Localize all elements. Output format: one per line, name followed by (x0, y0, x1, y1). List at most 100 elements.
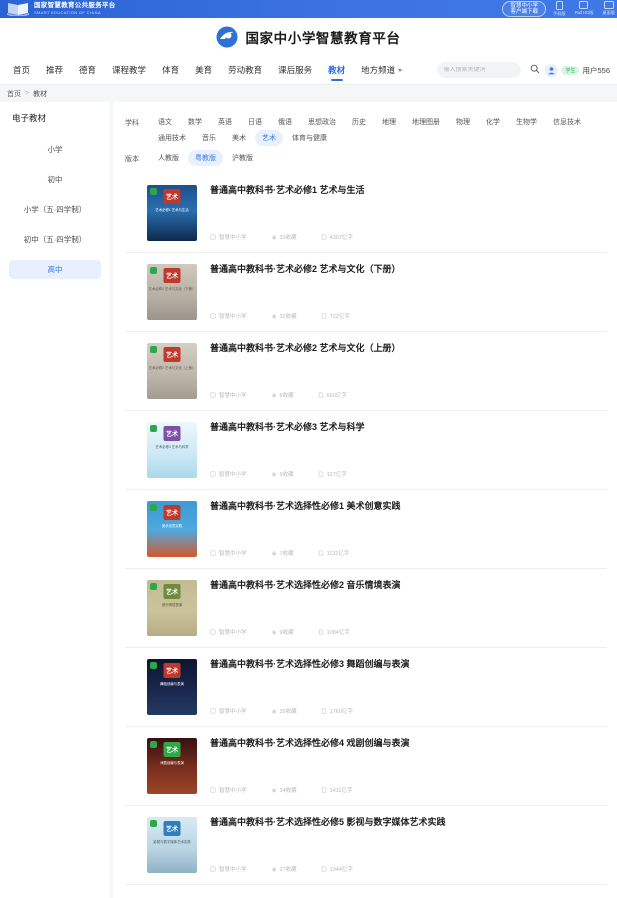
filter-chip-math[interactable]: 数学 (181, 114, 209, 130)
filter-chip-it[interactable]: 信息技术 (546, 114, 588, 130)
meta-size: 722亿字 (321, 312, 350, 320)
user-block[interactable]: 学生 用户556 (545, 63, 610, 77)
book-meta: 智慧中小学 9收藏 127亿字 (210, 470, 603, 478)
sidebar-item-junior-54[interactable]: 初中（五·四学制） (9, 230, 101, 249)
sidebar-item-primary[interactable]: 小学 (9, 140, 101, 159)
nav-item-moral-education[interactable]: 德育 (71, 56, 104, 85)
cover-subtitle: 艺术必修2 艺术与文化（上册） (148, 366, 196, 370)
filter-chip-geography[interactable]: 地理 (375, 114, 403, 130)
chevron-down-icon (398, 68, 403, 72)
meta-source-label: 智慧中小学 (219, 630, 247, 636)
download-pad-label: Pad HD版 (574, 10, 594, 15)
meta-source-label: 智慧中小学 (219, 788, 247, 794)
meta-size-label: 1411亿字 (329, 788, 353, 794)
filter-chip-chinese[interactable]: 语文 (151, 114, 179, 130)
download-phone-label: 手机版 (552, 11, 566, 16)
gov-logo[interactable]: 国家智慧教育公共服务平台 SMART EDUCATION OF CHINA (0, 2, 116, 16)
book-title[interactable]: 普通高中教科书·艺术选择性必修5 影视与数字媒体艺术实践 (210, 817, 603, 829)
filter-options-version: 人教版 粤教版 沪教版 (151, 150, 262, 166)
document-icon (318, 629, 323, 635)
meta-favorites-label: 9收藏 (279, 472, 294, 478)
sidebar-item-junior[interactable]: 初中 (9, 170, 101, 189)
table-row[interactable]: 艺术 艺术必修3 艺术与科学 普通高中教科书·艺术必修3 艺术与科学 智慧中小学… (125, 411, 607, 490)
source-icon (210, 471, 216, 477)
download-options: 手机版 Pad HD版 桌面版 (553, 1, 615, 17)
book-info: 普通高中教科书·艺术选择性必修5 影视与数字媒体艺术实践 智慧中小学 27收藏 (210, 817, 603, 873)
nav-item-textbooks[interactable]: 教材 (320, 56, 353, 85)
brand[interactable]: 国家中小学智慧教育平台 (216, 26, 400, 48)
book-title[interactable]: 普通高中教科书·艺术必修2 艺术与文化（下册） (210, 264, 603, 276)
book-title[interactable]: 普通高中教科书·艺术选择性必修4 戏剧创编与表演 (210, 738, 603, 750)
nav-item-after-school[interactable]: 课后服务 (270, 56, 320, 85)
source-icon (210, 708, 216, 714)
filter-chip-renjiao[interactable]: 人教版 (151, 150, 186, 166)
book-title[interactable]: 普通高中教科书·艺术必修3 艺术与科学 (210, 422, 603, 434)
breadcrumb-item-textbooks[interactable]: 教材 (33, 89, 47, 99)
filter-chip-chemistry[interactable]: 化学 (479, 114, 507, 130)
nav-item-local-channel[interactable]: 地方频道 (353, 56, 410, 85)
source-icon (210, 392, 216, 398)
table-row[interactable]: 艺术 艺术必修1 艺术与生活 普通高中教科书·艺术必修1 艺术与生活 智慧中小学… (125, 174, 607, 253)
filter-chip-history[interactable]: 历史 (345, 114, 373, 130)
filter-chip-english[interactable]: 英语 (211, 114, 239, 130)
table-row[interactable]: 艺术 影视与数字媒体艺术实践 普通高中教科书·艺术选择性必修5 影视与数字媒体艺… (125, 806, 607, 885)
sidebar-item-senior[interactable]: 高中 (9, 260, 101, 279)
book-emblem-icon (6, 2, 30, 16)
cover-badge: 艺术 (163, 347, 181, 362)
filter-chip-physics[interactable]: 物理 (449, 114, 477, 130)
nav-item-aesthetic-education[interactable]: 美育 (187, 56, 220, 85)
book-title[interactable]: 普通高中教科书·艺术必修1 艺术与生活 (210, 185, 603, 197)
sidebar: 电子教材 小学 初中 小学（五·四学制） 初中（五·四学制） 高中 (0, 102, 110, 898)
filter-chip-yuejiao[interactable]: 粤教版 (188, 150, 223, 166)
nav-item-home[interactable]: 首页 (5, 56, 38, 85)
breadcrumb-item-home[interactable]: 首页 (7, 89, 21, 99)
download-desktop[interactable]: 桌面版 (602, 1, 615, 16)
nav-item-recommend[interactable]: 推荐 (38, 56, 71, 85)
nav-item-pe[interactable]: 体育 (154, 56, 187, 85)
filter-chip-japanese[interactable]: 日语 (241, 114, 269, 130)
filter-chip-hujiao[interactable]: 沪教版 (225, 150, 260, 166)
source-icon (210, 629, 216, 635)
filter-chip-music[interactable]: 音乐 (195, 130, 223, 146)
filter-chip-geography-atlas[interactable]: 地理图册 (405, 114, 447, 130)
nav-items: 首页 推荐 德育 课程教学 体育 美育 劳动教育 课后服务 教材 地方频道 (5, 56, 410, 85)
book-meta: 智慧中小学 33收藏 4307亿字 (210, 233, 603, 241)
gov-logo-cn: 国家智慧教育公共服务平台 (34, 2, 116, 9)
main-navigation: 首页 推荐 德育 课程教学 体育 美育 劳动教育 课后服务 教材 地方频道 输入… (0, 56, 617, 85)
download-pad[interactable]: Pad HD版 (574, 1, 594, 16)
book-title[interactable]: 普通高中教科书·艺术选择性必修3 舞蹈创编与表演 (210, 659, 603, 671)
filter-chip-general-tech[interactable]: 通用技术 (151, 130, 193, 146)
download-phone[interactable]: 手机版 (553, 1, 566, 17)
sidebar-item-primary-54[interactable]: 小学（五·四学制） (9, 200, 101, 219)
table-row[interactable]: 艺术 舞蹈创编与表演 普通高中教科书·艺术选择性必修3 舞蹈创编与表演 智慧中小… (125, 648, 607, 727)
filter-chip-russian[interactable]: 俄语 (271, 114, 299, 130)
book-cover: 艺术 舞蹈创编与表演 (147, 659, 197, 715)
source-icon (210, 313, 216, 319)
nav-item-labor-education[interactable]: 劳动教育 (220, 56, 270, 85)
cover-subtitle: 戏剧创编与表演 (160, 761, 184, 765)
publisher-mark-icon (150, 188, 157, 195)
book-title[interactable]: 普通高中教科书·艺术选择性必修1 美术创意实践 (210, 501, 603, 513)
publisher-mark-icon (150, 662, 157, 669)
filter-chip-fine-art[interactable]: 美术 (225, 130, 253, 146)
nav-item-curriculum[interactable]: 课程教学 (104, 56, 154, 85)
cover-badge: 艺术 (163, 426, 181, 441)
table-row[interactable]: 艺术 音乐情境表演 普通高中教科书·艺术选择性必修2 音乐情境表演 智慧中小学 … (125, 569, 607, 648)
search-box[interactable] (437, 62, 522, 78)
book-title[interactable]: 普通高中教科书·艺术选择性必修2 音乐情境表演 (210, 580, 603, 592)
cover-badge: 艺术 (163, 742, 181, 757)
meta-favorites: 7收藏 (271, 549, 294, 557)
table-row[interactable]: 艺术 美术创意实践 普通高中教科书·艺术选择性必修1 美术创意实践 智慧中小学 … (125, 490, 607, 569)
client-download-button[interactable]: 智慧中小学 客户端下载 (502, 0, 546, 18)
search-icon[interactable] (530, 61, 540, 79)
filter-chip-pe-health[interactable]: 体育与健康 (285, 130, 334, 146)
filter-chip-art[interactable]: 艺术 (255, 130, 283, 146)
table-row[interactable]: 艺术 戏剧创编与表演 普通高中教科书·艺术选择性必修4 戏剧创编与表演 智慧中小… (125, 727, 607, 806)
search-input[interactable] (443, 67, 516, 73)
book-title[interactable]: 普通高中教科书·艺术必修2 艺术与文化（上册） (210, 343, 603, 355)
filter-chip-politics[interactable]: 思想政治 (301, 114, 343, 130)
filter-chip-biology[interactable]: 生物学 (509, 114, 544, 130)
meta-favorites: 34收藏 (271, 786, 297, 794)
table-row[interactable]: 艺术 艺术必修2 艺术与文化（下册） 普通高中教科书·艺术必修2 艺术与文化（下… (125, 253, 607, 332)
table-row[interactable]: 艺术 艺术必修2 艺术与文化（上册） 普通高中教科书·艺术必修2 艺术与文化（上… (125, 332, 607, 411)
